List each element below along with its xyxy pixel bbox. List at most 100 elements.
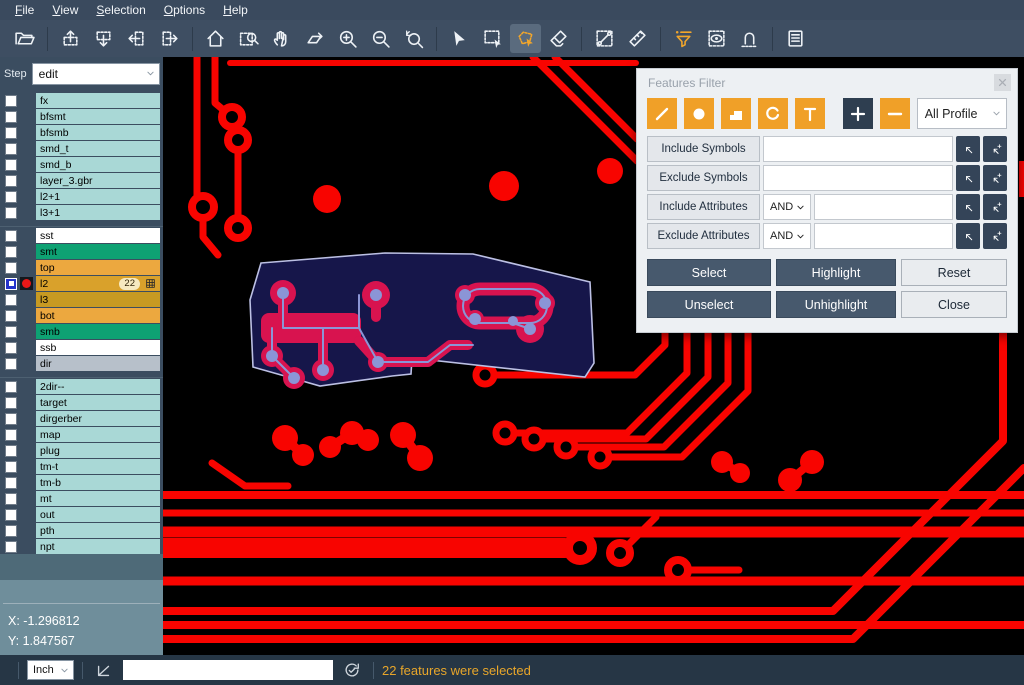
layer-visibility-checkbox[interactable]: [5, 429, 17, 441]
drag-view-button[interactable]: [299, 24, 330, 53]
menu-item-view[interactable]: View: [43, 0, 87, 20]
text-tool-button[interactable]: [795, 98, 825, 129]
ruler-button[interactable]: [622, 24, 653, 53]
layer-visibility-checkbox[interactable]: [5, 278, 17, 290]
features-filter-button[interactable]: [668, 24, 699, 53]
grid-icon[interactable]: [144, 278, 157, 289]
layer-name[interactable]: l2+1: [36, 189, 160, 204]
pick-add-button[interactable]: [983, 136, 1007, 162]
include-symbols-button[interactable]: Include Symbols: [647, 136, 760, 162]
step-select[interactable]: edit: [32, 63, 160, 85]
view-up-button[interactable]: [55, 24, 86, 53]
menu-item-selection[interactable]: Selection: [87, 0, 154, 20]
layer-name[interactable]: npt: [36, 539, 160, 554]
layer-visibility-checkbox[interactable]: [5, 294, 17, 306]
layer-name[interactable]: smd_t: [36, 141, 160, 156]
exclude-symbols-input[interactable]: [763, 165, 953, 191]
layer-name[interactable]: fx: [36, 93, 160, 108]
layer-name[interactable]: smd_b: [36, 157, 160, 172]
view-right-button[interactable]: [154, 24, 185, 53]
reset-button[interactable]: Reset: [901, 259, 1007, 286]
layer-name[interactable]: out: [36, 507, 160, 522]
units-select[interactable]: Inch: [27, 660, 74, 680]
unhighlight-button[interactable]: Unhighlight: [776, 291, 896, 318]
menu-item-options[interactable]: Options: [155, 0, 214, 20]
layer-visibility-checkbox[interactable]: [5, 230, 17, 242]
layer-name[interactable]: plug: [36, 443, 160, 458]
angle-mode-icon[interactable]: [95, 661, 113, 679]
layer-name[interactable]: ssb: [36, 340, 160, 355]
layer-name[interactable]: tm-b: [36, 475, 160, 490]
pick-from-canvas-button[interactable]: [956, 165, 980, 191]
remove-filter-button[interactable]: [880, 98, 910, 129]
select-button[interactable]: Select: [647, 259, 771, 286]
layer-visibility-checkbox[interactable]: [5, 95, 17, 107]
exclude-attributes-input[interactable]: [814, 223, 953, 249]
layer-visibility-checkbox[interactable]: [5, 397, 17, 409]
layer-visibility-checkbox[interactable]: [5, 191, 17, 203]
operator-select[interactable]: AND: [763, 194, 811, 220]
pick-from-canvas-button[interactable]: [956, 223, 980, 249]
pick-add-button[interactable]: [983, 194, 1007, 220]
include-attributes-button[interactable]: Include Attributes: [647, 194, 760, 220]
layer-visibility-checkbox[interactable]: [5, 246, 17, 258]
dialog-title-bar[interactable]: Features Filter: [637, 69, 1017, 96]
view-down-button[interactable]: [88, 24, 119, 53]
layer-visibility-checkbox[interactable]: [5, 310, 17, 322]
include-symbols-input[interactable]: [763, 136, 953, 162]
layer-name[interactable]: target: [36, 395, 160, 410]
rectangle-select-button[interactable]: [477, 24, 508, 53]
layer-name[interactable]: l3+1: [36, 205, 160, 220]
unselect-button[interactable]: Unselect: [647, 291, 771, 318]
measure-button[interactable]: [589, 24, 620, 53]
layer-name[interactable]: layer_3.gbr: [36, 173, 160, 188]
select-cursor-button[interactable]: [444, 24, 475, 53]
layer-visibility-checkbox[interactable]: [5, 342, 17, 354]
layer-visibility-checkbox[interactable]: [5, 207, 17, 219]
layer-name[interactable]: bfsmt: [36, 109, 160, 124]
command-input[interactable]: [123, 660, 333, 680]
layer-visibility-checkbox[interactable]: [5, 175, 17, 187]
layer-name[interactable]: 2dir--: [36, 379, 160, 394]
exclude-symbols-button[interactable]: Exclude Symbols: [647, 165, 760, 191]
dialog-close-button[interactable]: [994, 74, 1011, 91]
pick-from-canvas-button[interactable]: [956, 194, 980, 220]
pick-add-button[interactable]: [983, 165, 1007, 191]
layer-name[interactable]: bot: [36, 308, 160, 323]
layer-visibility-checkbox[interactable]: [5, 493, 17, 505]
polygon-select-button[interactable]: [510, 24, 541, 53]
layer-name[interactable]: l3: [36, 292, 160, 307]
operator-select[interactable]: AND: [763, 223, 811, 249]
view-left-button[interactable]: [121, 24, 152, 53]
layer-visibility-checkbox[interactable]: [5, 541, 17, 553]
pick-add-button[interactable]: [983, 223, 1007, 249]
zoom-in-button[interactable]: [332, 24, 363, 53]
view-options-button[interactable]: [701, 24, 732, 53]
profile-select[interactable]: All Profile: [917, 98, 1007, 129]
layer-visibility-checkbox[interactable]: [5, 413, 17, 425]
snap-button[interactable]: [734, 24, 765, 53]
log-panel-button[interactable]: [780, 24, 811, 53]
layer-visibility-checkbox[interactable]: [5, 381, 17, 393]
layer-visibility-checkbox[interactable]: [5, 461, 17, 473]
clear-highlight-button[interactable]: [543, 24, 574, 53]
layer-name[interactable]: dirgerber: [36, 411, 160, 426]
line-tool-button[interactable]: [647, 98, 677, 129]
layer-visibility-checkbox[interactable]: [5, 159, 17, 171]
zoom-window-button[interactable]: [233, 24, 264, 53]
pad-tool-button[interactable]: [684, 98, 714, 129]
close-button[interactable]: Close: [901, 291, 1007, 318]
layer-visibility-checkbox[interactable]: [5, 143, 17, 155]
exclude-attributes-button[interactable]: Exclude Attributes: [647, 223, 760, 249]
add-filter-button[interactable]: [843, 98, 873, 129]
highlight-button[interactable]: Highlight: [776, 259, 896, 286]
layer-name[interactable]: sst: [36, 228, 160, 243]
pan-button[interactable]: [266, 24, 297, 53]
layer-visibility-checkbox[interactable]: [5, 111, 17, 123]
include-attributes-input[interactable]: [814, 194, 953, 220]
layer-name[interactable]: smt: [36, 244, 160, 259]
layer-visibility-checkbox[interactable]: [5, 509, 17, 521]
layer-name[interactable]: pth: [36, 523, 160, 538]
layer-name[interactable]: smb: [36, 324, 160, 339]
layer-visibility-checkbox[interactable]: [5, 525, 17, 537]
